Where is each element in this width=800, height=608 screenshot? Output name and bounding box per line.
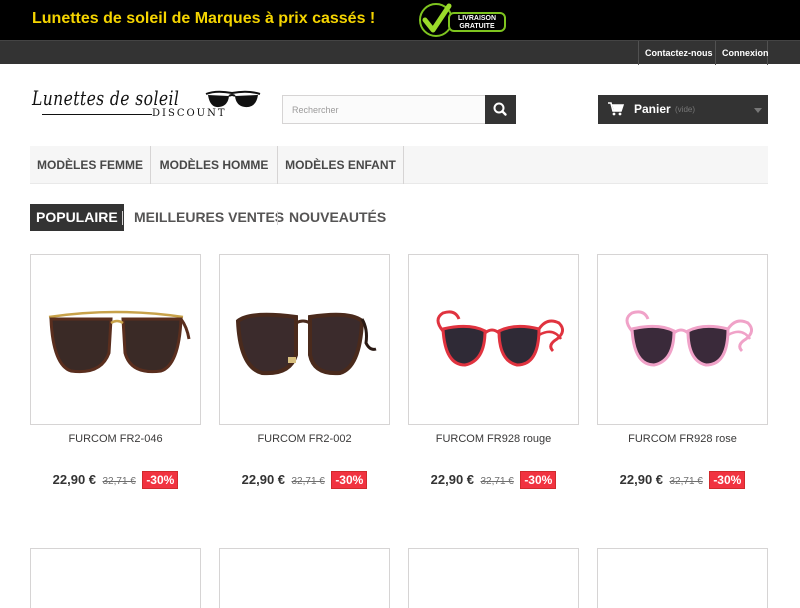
product-image[interactable]: [408, 548, 579, 608]
category-menu: MODÈLES FEMME MODÈLES HOMME MODÈLES ENFA…: [30, 146, 768, 184]
search-box: [282, 95, 516, 124]
search-input[interactable]: [283, 96, 485, 123]
product-price: 22,90 €: [241, 472, 286, 487]
pink-sunglasses-icon: [625, 310, 753, 367]
product-price: 22,90 €: [430, 472, 475, 487]
price-row: 22,90 € 32,71 € -30%: [219, 471, 390, 489]
chevron-down-icon: [754, 108, 762, 113]
promo-banner: Lunettes de soleil de Marques à prix cas…: [0, 0, 800, 40]
product-price: 22,90 €: [52, 472, 97, 487]
search-icon: [493, 102, 507, 116]
product-image[interactable]: [30, 254, 201, 425]
badge-line1: LIVRAISON: [457, 15, 497, 22]
contact-link[interactable]: Contactez-nous: [638, 41, 715, 65]
tab-best-sellers[interactable]: MEILLEURES VENTES: [134, 204, 284, 231]
old-price: 32,71 €: [669, 476, 703, 487]
discount-badge: -30%: [520, 471, 557, 489]
price-row: 22,90 € 32,71 € -30%: [30, 471, 201, 489]
aviator-sunglasses-icon: [48, 310, 191, 374]
menu-item-women[interactable]: MODÈLES FEMME: [30, 146, 151, 184]
tab-new-products[interactable]: NOUVEAUTÉS: [289, 204, 386, 231]
menu-item-kids[interactable]: MODÈLES ENFANT: [278, 146, 404, 184]
tab-divider: [122, 211, 123, 225]
product-name[interactable]: FURCOM FR928 rose: [597, 433, 768, 445]
free-delivery-badge: LIVRAISON GRATUITE: [418, 2, 508, 38]
logo-title: Lunettes de soleil: [32, 86, 180, 110]
user-nav: Contactez-nous Connexion: [0, 40, 800, 65]
discount-badge: -30%: [709, 471, 746, 489]
old-price: 32,71 €: [480, 476, 514, 487]
old-price: 32,71 €: [102, 476, 136, 487]
badge-line2: GRATUITE: [459, 23, 495, 30]
tab-popular[interactable]: POPULAIRE: [30, 204, 124, 231]
product-image[interactable]: [30, 548, 201, 608]
price-row: 22,90 € 32,71 € -30%: [597, 471, 768, 489]
search-button[interactable]: [485, 95, 516, 124]
logo-underline: [42, 114, 152, 115]
old-price: 32,71 €: [291, 476, 325, 487]
discount-badge: -30%: [142, 471, 179, 489]
cart-icon: [608, 102, 624, 116]
free-delivery-label: LIVRAISON GRATUITE: [448, 12, 506, 32]
product-image[interactable]: [219, 548, 390, 608]
product-name[interactable]: FURCOM FR2-002: [219, 433, 390, 445]
promo-title: Lunettes de soleil de Marques à prix cas…: [32, 10, 376, 27]
cart-label: Panier: [634, 102, 671, 116]
product-image[interactable]: [408, 254, 579, 425]
cart-button[interactable]: Panier (vide): [598, 95, 768, 124]
tab-divider: [277, 211, 278, 225]
product-image[interactable]: [219, 254, 390, 425]
red-sunglasses-icon: [436, 310, 564, 367]
cart-status: (vide): [675, 105, 696, 114]
product-name[interactable]: FURCOM FR928 rouge: [408, 433, 579, 445]
discount-badge: -30%: [331, 471, 368, 489]
product-image[interactable]: [597, 548, 768, 608]
sunglasses-logo-icon: [205, 90, 261, 108]
menu-item-men[interactable]: MODÈLES HOMME: [151, 146, 278, 184]
site-logo[interactable]: Lunettes de soleil DISCOUNT: [32, 84, 262, 124]
price-row: 22,90 € 32,71 € -30%: [408, 471, 579, 489]
login-link[interactable]: Connexion: [715, 41, 769, 65]
tortoise-sunglasses-icon: [235, 312, 377, 376]
product-price: 22,90 €: [619, 472, 664, 487]
product-image[interactable]: [597, 254, 768, 425]
product-name[interactable]: FURCOM FR2-046: [30, 433, 201, 445]
